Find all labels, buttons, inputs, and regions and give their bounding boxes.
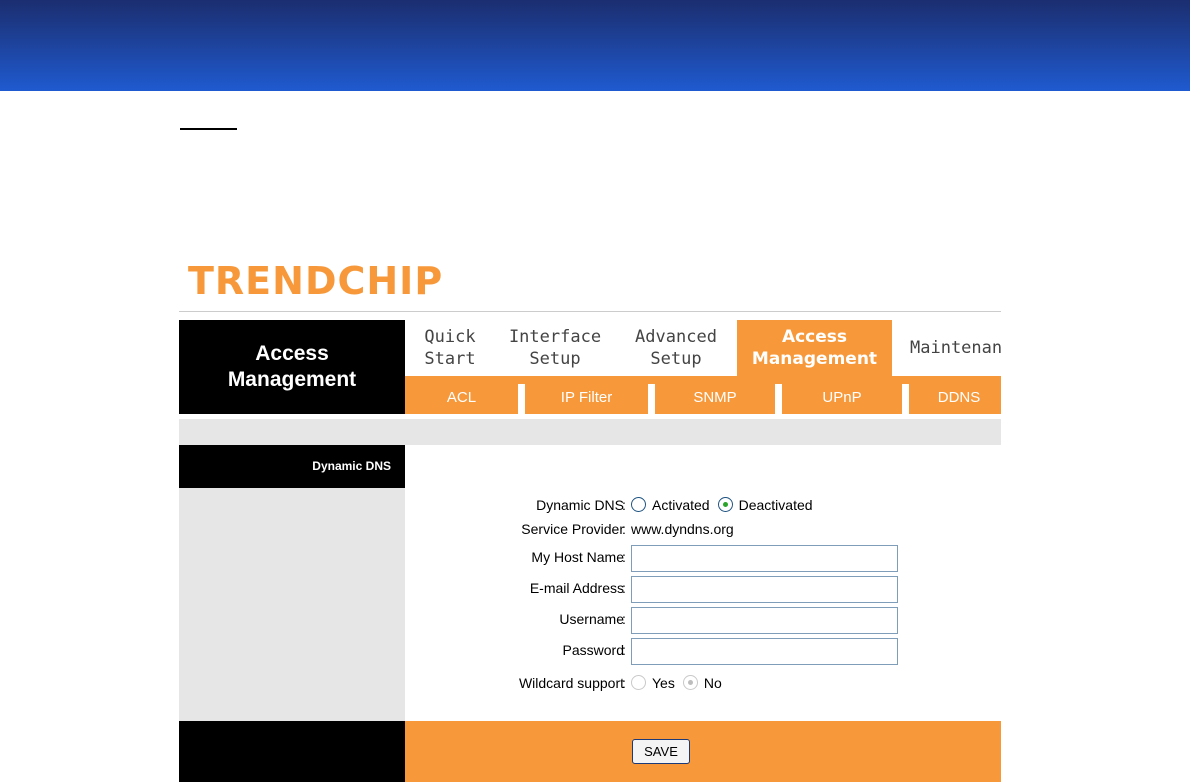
tab-label: Setup [529,349,581,369]
tab-label: Setup [650,349,702,369]
password-label: Password [562,642,624,658]
radio-label: Deactivated [738,497,813,513]
service-provider-row: Service Provider : www.dyndns.org [405,517,1001,545]
dynamic-dns-options: Activated Deactivated [631,497,821,513]
logo-area: TRENDCHIP [179,255,1001,312]
colon: : [622,549,626,565]
email-label: E-mail Address [529,580,624,596]
email-row: E-mail Address : [405,576,1001,604]
tab-label: Quick [424,327,476,347]
subtab-snmp[interactable]: SNMP [655,376,775,414]
colon: : [622,497,626,513]
colon: : [622,521,626,537]
service-provider-label: Service Provider [521,521,624,537]
radio-label: Yes [652,675,675,691]
footer-left-block [179,721,405,782]
grey-divider-strip [179,419,1001,445]
wildcard-no-radio[interactable] [682,675,698,691]
section-label: Dynamic DNS [179,445,405,488]
radio-label: Activated [652,497,710,513]
ddns-form: Dynamic DNS : Activated Deactivated Servi… [405,445,1001,721]
tab-label: Interface [508,327,602,347]
username-input[interactable] [631,607,898,634]
password-row: Password : [405,638,1001,666]
wildcard-row: Wildcard support : Yes No [405,671,1001,699]
page-section-title: Access Management [179,320,405,414]
host-name-input[interactable] [631,545,898,572]
username-label: Username [559,611,624,627]
underline-mark [180,128,237,130]
subtab-divider [902,384,909,414]
wildcard-options: Yes No [631,675,730,691]
dynamic-dns-activated-radio[interactable] [631,497,646,513]
main-tabs: Quick Start Interface Setup Advanced Set… [405,320,1001,376]
subtab-divider [648,384,655,414]
host-name-row: My Host Name : [405,545,1001,573]
wildcard-label: Wildcard support [518,675,624,691]
wildcard-yes-radio[interactable] [631,675,646,691]
subtab-ip-filter[interactable]: IP Filter [525,376,648,414]
tab-interface-setup[interactable]: Interface Setup [505,320,605,376]
footer-bar: SAVE [405,721,1001,782]
tab-label: Start [424,349,476,369]
subtab-upnp[interactable]: UPnP [782,376,902,414]
service-provider-value: www.dyndns.org [631,521,734,537]
subtab-divider [518,384,525,414]
tab-maintenance[interactable]: Maintenance [910,320,1001,376]
username-row: Username : [405,607,1001,635]
sub-tabs: ACL IP Filter SNMP UPnP DDNS [405,376,1001,414]
radio-label: No [703,675,722,691]
host-name-label: My Host Name [531,549,624,565]
subtab-acl[interactable]: ACL [405,376,518,414]
dynamic-dns-label: Dynamic DNS [536,497,624,513]
password-input[interactable] [631,638,898,665]
tab-label: Advanced [635,327,717,347]
left-sidebar-fill [179,488,405,721]
tab-label: Management [751,349,878,369]
colon: : [622,642,626,658]
tab-label: Access [781,327,848,347]
dynamic-dns-deactivated-radio[interactable] [717,497,733,513]
page-section-title-line2: Management [227,368,357,391]
tab-access-management[interactable]: Access Management [737,320,892,376]
colon: : [622,611,626,627]
trendchip-logo: TRENDCHIP [188,259,444,303]
email-input[interactable] [631,576,898,603]
save-button[interactable]: SAVE [632,739,690,764]
top-banner [0,0,1190,91]
tab-advanced-setup[interactable]: Advanced Setup [625,320,727,376]
tab-label: Maintenance [910,338,1001,358]
subtab-divider [775,384,782,414]
tab-quick-start[interactable]: Quick Start [405,320,495,376]
subtab-ddns[interactable]: DDNS [909,376,1001,414]
colon: : [622,580,626,596]
colon: : [622,675,626,691]
page-section-title-line1: Access [255,342,329,365]
